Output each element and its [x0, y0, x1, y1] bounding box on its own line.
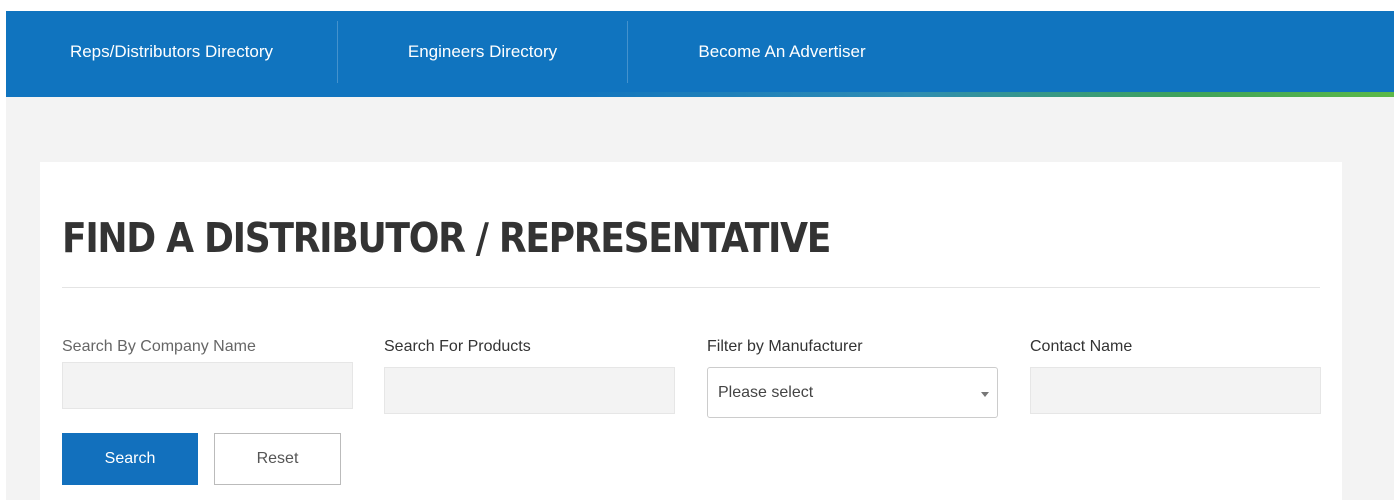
search-button[interactable]: Search	[62, 433, 198, 485]
page-title: FIND A DISTRIBUTOR / REPRESENTATIVE	[62, 214, 831, 262]
manufacturer-select[interactable]: Please select	[707, 367, 998, 418]
search-card: FIND A DISTRIBUTOR / REPRESENTATIVE Sear…	[40, 162, 1342, 500]
nav-item-engineers-directory[interactable]: Engineers Directory	[338, 11, 627, 92]
top-navigation: Reps/Distributors Directory Engineers Di…	[6, 11, 1394, 97]
title-divider	[62, 287, 1320, 288]
nav-item-reps-distributors-directory[interactable]: Reps/Distributors Directory	[6, 11, 337, 92]
contact-name-label: Contact Name	[1030, 338, 1133, 355]
contact-name-input[interactable]	[1030, 367, 1321, 414]
products-search-input[interactable]	[384, 367, 675, 414]
company-name-label: Search By Company Name	[62, 338, 256, 355]
reset-button[interactable]: Reset	[214, 433, 341, 485]
nav-item-become-an-advertiser[interactable]: Become An Advertiser	[628, 11, 936, 92]
chevron-down-icon	[981, 392, 989, 397]
manufacturer-select-value: Please select	[718, 383, 814, 401]
products-label: Search For Products	[384, 338, 531, 355]
company-name-input[interactable]	[62, 362, 353, 409]
manufacturer-label: Filter by Manufacturer	[707, 338, 863, 355]
nav-accent-stripe	[6, 92, 1394, 97]
